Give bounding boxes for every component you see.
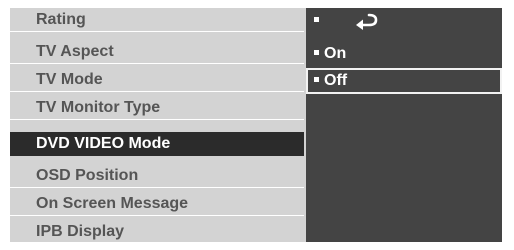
bullet-icon: [314, 77, 319, 83]
menu-item-osd-position[interactable]: OSD Position: [10, 164, 304, 188]
menu-item-tv-mode[interactable]: TV Mode: [10, 68, 304, 92]
options-panel: On Off: [306, 8, 502, 242]
bullet-icon: [314, 17, 319, 23]
settings-menu: Rating TV Aspect TV Mode TV Monitor Type…: [10, 8, 306, 242]
option-label: On: [324, 45, 347, 62]
option-return[interactable]: [306, 8, 502, 34]
menu-item-rating[interactable]: Rating: [10, 8, 304, 32]
bullet-icon: [314, 50, 319, 56]
menu-item-on-screen-message[interactable]: On Screen Message: [10, 192, 304, 216]
option-on[interactable]: On: [306, 41, 502, 67]
menu-item-dvd-video-mode[interactable]: DVD VIDEO Mode: [10, 132, 304, 156]
settings-panel: Rating TV Aspect TV Mode TV Monitor Type…: [10, 8, 502, 242]
menu-item-tv-aspect[interactable]: TV Aspect: [10, 40, 304, 64]
option-off[interactable]: Off: [306, 68, 502, 94]
option-label: Off: [324, 72, 348, 89]
menu-item-tv-monitor-type[interactable]: TV Monitor Type: [10, 96, 304, 120]
menu-item-ipb-display[interactable]: IPB Display: [10, 220, 304, 244]
return-arrow-icon: [356, 13, 378, 30]
